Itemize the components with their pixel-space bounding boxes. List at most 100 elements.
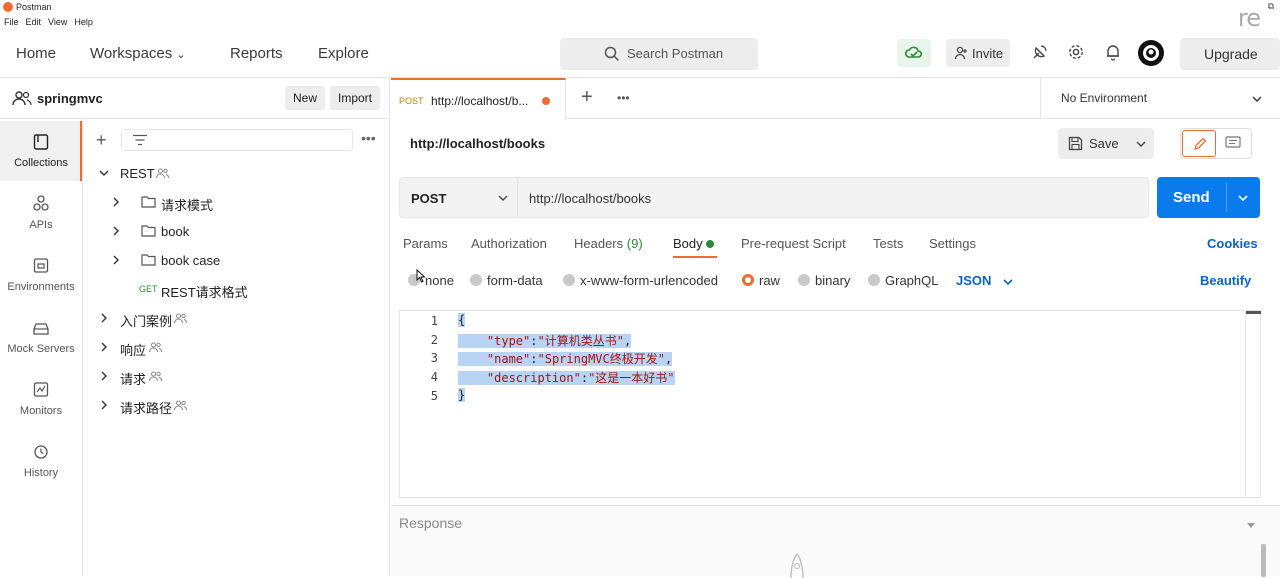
chevron-down-icon bbox=[497, 192, 509, 204]
invite-button[interactable]: Invite bbox=[946, 39, 1010, 67]
save-button[interactable]: Save bbox=[1058, 128, 1154, 159]
method-select[interactable]: POST bbox=[400, 178, 518, 217]
tab-pre-request-script[interactable]: Pre-request Script bbox=[741, 236, 846, 251]
chevron-down-icon[interactable] bbox=[1246, 520, 1256, 530]
tab-authorization[interactable]: Authorization bbox=[471, 236, 547, 251]
chevron-right-icon bbox=[98, 399, 110, 411]
add-collection-icon[interactable]: + bbox=[96, 131, 107, 149]
tab-request[interactable]: POST http://localhost/b... bbox=[391, 78, 566, 119]
upgrade-button[interactable]: Upgrade bbox=[1180, 38, 1280, 70]
tab-more-options-icon[interactable]: ••• bbox=[617, 91, 630, 105]
beautify-link[interactable]: Beautify bbox=[1200, 273, 1251, 288]
menu-view[interactable]: View bbox=[48, 17, 67, 27]
shared-users-icon bbox=[174, 313, 187, 324]
request-row[interactable]: GET REST请求格式 bbox=[83, 279, 383, 301]
chevron-down-icon bbox=[1002, 276, 1014, 288]
more-options-icon[interactable]: ••• bbox=[361, 130, 376, 146]
workspace-bar: springmvc New Import bbox=[0, 78, 390, 119]
menu-bar: File Edit View Help bbox=[4, 17, 93, 27]
nav-workspaces[interactable]: Workspaces ⌄ bbox=[90, 45, 186, 62]
raw-format-select[interactable]: JSON bbox=[956, 273, 1013, 288]
json-value: "计算机类丛书" bbox=[537, 334, 624, 348]
notification-bell-icon[interactable] bbox=[1105, 43, 1121, 61]
chevron-down-icon bbox=[1251, 93, 1263, 105]
send-button[interactable]: Send bbox=[1157, 177, 1260, 218]
tab-settings[interactable]: Settings bbox=[929, 236, 976, 251]
new-tab-plus-icon[interactable]: + bbox=[581, 86, 593, 109]
menu-edit[interactable]: Edit bbox=[26, 17, 42, 27]
restore-window-icon[interactable]: ⧉ bbox=[1268, 1, 1274, 12]
chevron-down-icon[interactable] bbox=[1237, 192, 1249, 204]
collection-label: 请求 bbox=[120, 372, 147, 387]
sidebar-item-environments[interactable]: Environments bbox=[0, 245, 82, 305]
tab-params[interactable]: Params bbox=[403, 236, 448, 251]
body-code-editor[interactable]: 1 2 3 4 5 { "type":"计算机类丛书", "name":"Spr… bbox=[399, 310, 1261, 498]
environment-select[interactable]: No Environment bbox=[1040, 78, 1280, 119]
collection-row[interactable]: 响应 bbox=[83, 337, 383, 359]
response-scrollbar[interactable] bbox=[1261, 544, 1266, 577]
tab-headers[interactable]: Headers (9) bbox=[574, 236, 643, 251]
chevron-right-icon bbox=[110, 196, 122, 208]
sidebar-item-collections[interactable]: Collections bbox=[0, 121, 82, 181]
folder-icon bbox=[141, 253, 156, 266]
collection-rest[interactable]: REST bbox=[83, 163, 383, 185]
import-button[interactable]: Import bbox=[330, 86, 381, 110]
tab-body[interactable]: Body bbox=[673, 236, 715, 251]
chevron-right-icon bbox=[98, 370, 110, 382]
edit-pencil-button[interactable] bbox=[1182, 130, 1216, 157]
request-tab-bar: POST http://localhost/b... + ••• No Envi… bbox=[391, 78, 1280, 119]
mouse-cursor-icon bbox=[416, 269, 426, 283]
top-header: Home Workspaces ⌄ Reports Explore Search… bbox=[0, 30, 1280, 78]
folder-icon bbox=[141, 224, 156, 237]
comment-icon[interactable] bbox=[1225, 136, 1241, 150]
json-key: "type" bbox=[486, 334, 531, 348]
nav-home[interactable]: Home bbox=[16, 45, 56, 62]
collection-label: 响应 bbox=[120, 343, 147, 358]
nav-reports[interactable]: Reports bbox=[230, 45, 283, 62]
history-clock-icon bbox=[33, 443, 49, 461]
workspace-name[interactable]: springmvc bbox=[37, 91, 103, 106]
editor-scrollbar[interactable] bbox=[1245, 311, 1261, 497]
menu-help[interactable]: Help bbox=[74, 17, 93, 27]
save-disk-icon bbox=[1068, 136, 1083, 151]
folder-row[interactable]: book bbox=[83, 221, 383, 243]
collection-label: 请求路径 bbox=[120, 401, 173, 416]
sidebar-item-label: Mock Servers bbox=[7, 343, 75, 355]
json-value: "SpringMVC终极开发" bbox=[537, 352, 665, 366]
sidebar-item-mock-servers[interactable]: Mock Servers bbox=[0, 307, 82, 367]
collection-row[interactable]: 请求路径 bbox=[83, 395, 383, 417]
satellite-icon[interactable] bbox=[1031, 43, 1049, 61]
view-mode-toggle bbox=[1180, 128, 1252, 159]
line-number: 4 bbox=[430, 370, 438, 384]
cookies-link[interactable]: Cookies bbox=[1207, 236, 1258, 251]
menu-file[interactable]: File bbox=[4, 17, 19, 27]
line-number: 2 bbox=[430, 333, 438, 347]
sidebar-item-monitors[interactable]: Monitors bbox=[0, 369, 82, 429]
folder-row[interactable]: 请求模式 bbox=[83, 192, 383, 214]
mock-server-icon bbox=[33, 319, 49, 337]
settings-gear-icon[interactable] bbox=[1067, 43, 1085, 61]
chevron-down-icon bbox=[98, 167, 110, 179]
folder-icon bbox=[141, 195, 156, 208]
folder-row[interactable]: book case bbox=[83, 250, 383, 272]
sidebar-item-label: Collections bbox=[14, 157, 68, 169]
nav-explore[interactable]: Explore bbox=[318, 45, 369, 62]
avatar[interactable] bbox=[1138, 40, 1164, 66]
request-title[interactable]: http://localhost/books bbox=[410, 136, 545, 151]
response-panel: Response bbox=[391, 505, 1280, 578]
url-input[interactable]: http://localhost/books bbox=[529, 191, 651, 206]
cloud-sync-button[interactable] bbox=[897, 39, 931, 67]
new-button[interactable]: New bbox=[285, 86, 326, 110]
sidebar-item-apis[interactable]: APIs bbox=[0, 183, 82, 243]
shared-users-icon bbox=[149, 371, 162, 382]
collection-tree: + ••• REST 请求模式 book book case GET REST请… bbox=[83, 119, 390, 576]
search-box[interactable]: Search Postman bbox=[560, 38, 758, 70]
collection-row[interactable]: 请求 bbox=[83, 366, 383, 388]
tab-tests[interactable]: Tests bbox=[873, 236, 903, 251]
line-number: 3 bbox=[430, 351, 438, 365]
code-line: { bbox=[458, 313, 466, 330]
chevron-down-icon[interactable] bbox=[1135, 138, 1147, 150]
sidebar-item-history[interactable]: History bbox=[0, 431, 82, 491]
filter-input[interactable] bbox=[121, 129, 353, 151]
collection-row[interactable]: 入门案例 bbox=[83, 308, 383, 330]
